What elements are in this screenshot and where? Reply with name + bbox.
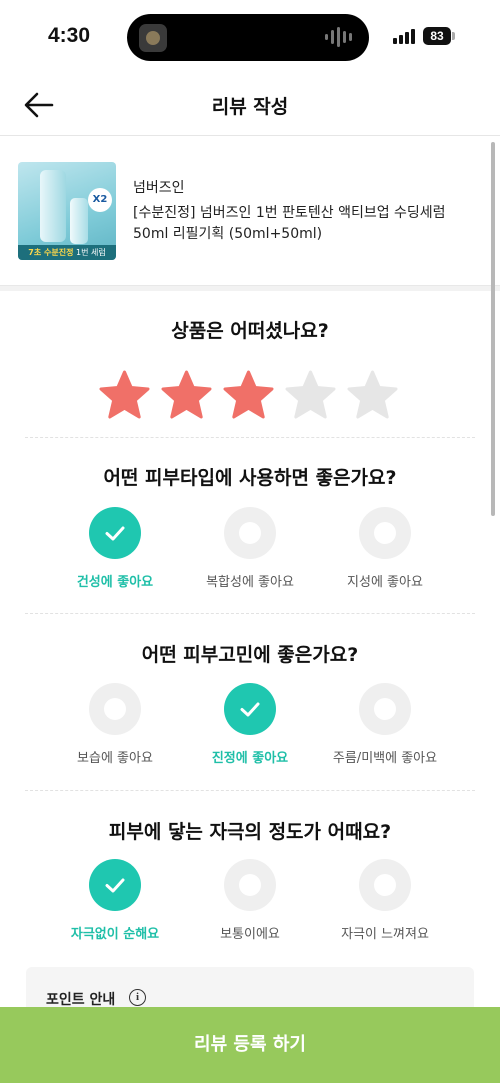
image-banner: 7초 수분진정 1번 세럼 (18, 245, 116, 260)
audio-wave-icon (325, 26, 355, 48)
page-title: 리뷰 작성 (211, 96, 289, 118)
option-label: 자극이 느껴져요 (341, 927, 429, 942)
radio-circle-icon[interactable] (224, 507, 276, 559)
submit-review-button[interactable]: 리뷰 등록 하기 (0, 1007, 500, 1083)
star-3-icon[interactable] (222, 370, 275, 420)
product-summary: X2 7초 수분진정 1번 세럼 넘버즈인 [수분진정] 넘버즈인 1번 판토텐… (0, 137, 500, 287)
page-header: 리뷰 작성 (0, 74, 500, 136)
image-badge: X2 (88, 188, 112, 212)
info-icon[interactable]: i (129, 989, 146, 1006)
now-playing-icon (139, 24, 167, 52)
star-5-icon[interactable] (346, 370, 399, 420)
skin-concern-question: 어떤 피부고민에 좋은가요? (141, 644, 359, 666)
star-2-icon[interactable] (160, 370, 213, 420)
skin-concern-option-3[interactable]: 주름/미백에 좋아요 (305, 683, 465, 766)
radio-circle-icon[interactable] (224, 859, 276, 911)
option-label: 지성에 좋아요 (347, 575, 423, 590)
check-circle-icon[interactable] (89, 507, 141, 559)
radio-circle-icon[interactable] (359, 683, 411, 735)
option-label: 주름/미백에 좋아요 (332, 751, 438, 766)
status-time: 4:30 (48, 24, 91, 47)
check-circle-icon[interactable] (89, 859, 141, 911)
radio-circle-icon[interactable] (359, 507, 411, 559)
irritation-option-3[interactable]: 자극이 느껴져요 (305, 859, 465, 942)
image-banner-highlight: 7초 수분진정 (28, 248, 74, 257)
check-circle-icon[interactable] (224, 683, 276, 735)
battery-icon: 83 (423, 27, 451, 45)
star-1-icon[interactable] (98, 370, 151, 420)
skin-type-question: 어떤 피부타입에 사용하면 좋은가요? (103, 467, 397, 489)
product-name: [수분진정] 넘버즈인 1번 판토텐산 액티브업 수딩세럼 50ml 리필기획 … (133, 205, 446, 242)
refill-bottle-shape (70, 198, 88, 244)
divider (25, 790, 475, 791)
radio-circle-icon[interactable] (359, 859, 411, 911)
product-image: X2 7초 수분진정 1번 세럼 (18, 162, 116, 260)
skin-type-option-3[interactable]: 지성에 좋아요 (305, 507, 465, 590)
divider (25, 613, 475, 614)
radio-circle-icon[interactable] (89, 683, 141, 735)
image-banner-text: 1번 세럼 (75, 248, 106, 257)
battery-tip (452, 32, 455, 40)
product-brand: 넘버즈인 (133, 180, 185, 196)
point-info-title: 포인트 안내 (46, 992, 116, 1008)
star-rating[interactable] (98, 370, 399, 420)
star-4-icon[interactable] (284, 370, 337, 420)
section-separator (0, 285, 500, 291)
bottle-shape (40, 170, 66, 242)
status-bar: 4:30 83 (0, 0, 500, 74)
divider (25, 437, 475, 438)
signal-icon (393, 28, 415, 44)
dynamic-island (127, 14, 369, 61)
irritation-question: 피부에 닿는 자극의 정도가 어때요? (108, 821, 392, 843)
rating-question: 상품은 어떠셨나요? (171, 320, 329, 342)
